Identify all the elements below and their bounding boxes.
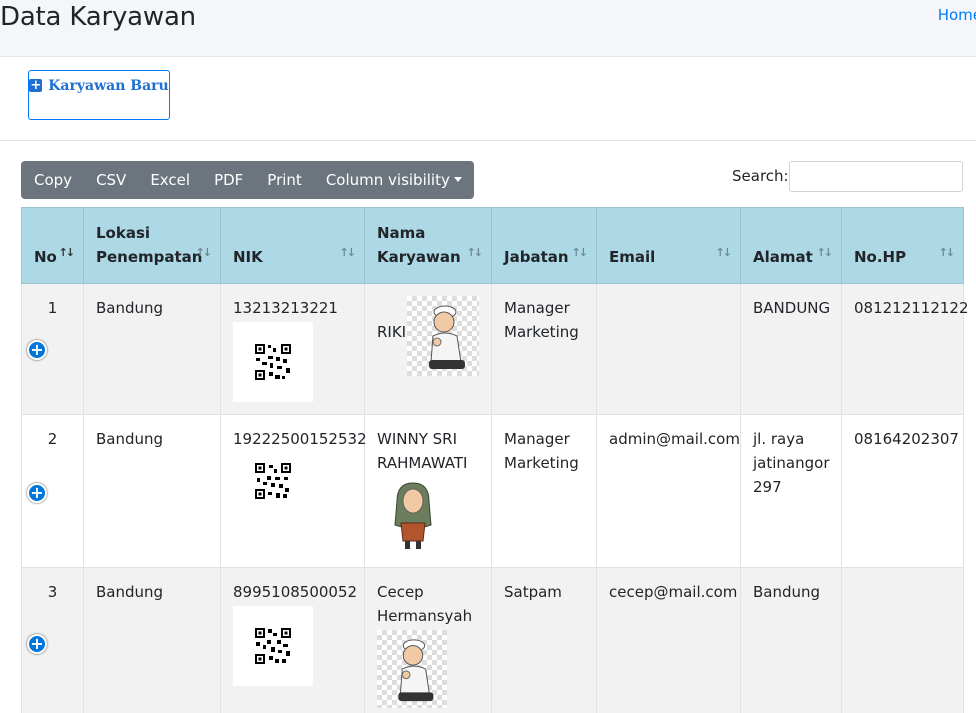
expand-row-icon[interactable]: +: [27, 483, 47, 503]
page-title: Data Karyawan: [0, 2, 196, 32]
nik-text: 8995108500052: [233, 583, 358, 601]
sort-asc-icon: ↑↓: [58, 246, 76, 259]
card-header: + Karyawan Baru: [0, 57, 976, 141]
cell-email: admin@mail.com: [596, 414, 741, 568]
copy-button[interactable]: Copy: [22, 161, 84, 199]
cell-alamat: jl. raya jatinangor 297: [740, 414, 842, 568]
sort-icon: ↑↓: [938, 246, 956, 259]
pdf-button[interactable]: PDF: [202, 161, 255, 199]
plus-square-icon: +: [29, 78, 43, 93]
cell-nama: Cecep Hermansyah: [364, 567, 492, 713]
cell-jabatan: Manager Marketing: [491, 283, 597, 415]
cell-lokasi: Bandung: [83, 283, 221, 415]
sort-icon: ↑↓: [816, 246, 834, 259]
nama-text: WINNY SRI RAHMAWATI: [377, 430, 468, 472]
row-number: 2: [47, 430, 58, 448]
column-label: NIK: [233, 248, 263, 266]
avatar-image: [389, 479, 437, 551]
cell-nik: 19222500152532: [220, 414, 367, 568]
cell-jabatan: Manager Marketing: [491, 414, 597, 568]
column-header-lokasi[interactable]: Lokasi Penempatan ↑↓: [83, 207, 221, 284]
column-label: No: [34, 248, 57, 266]
column-label: Jabatan: [504, 248, 569, 266]
table-header-row: No ↑↓ Lokasi Penempatan ↑↓ NIK ↑↓ Nama Kary…: [21, 207, 964, 284]
cell-lokasi: Bandung: [83, 414, 221, 568]
print-button[interactable]: Print: [255, 161, 314, 199]
cell-nohp: 08164202307: [841, 414, 964, 568]
qr-code-icon: [233, 322, 313, 402]
cell-lokasi: Bandung: [83, 567, 221, 713]
cell-no: 3 +: [21, 567, 84, 713]
avatar-image: [377, 630, 447, 708]
cell-jabatan: Satpam: [491, 567, 597, 713]
cell-no: 2 +: [21, 414, 84, 568]
table-row[interactable]: 1 + Bandung 13213213221 RIKI Manager Mark…: [21, 283, 969, 415]
export-button-group: Copy CSV Excel PDF Print Column visibili…: [21, 161, 474, 199]
column-label: Lokasi Penempatan: [96, 224, 203, 266]
column-header-jabatan[interactable]: Jabatan ↑↓: [491, 207, 597, 284]
cell-nama: RIKI: [364, 283, 492, 415]
qr-code-icon: [233, 453, 313, 509]
nama-text: Cecep Hermansyah: [377, 583, 473, 625]
column-label: Alamat: [753, 248, 813, 266]
column-visibility-label: Column visibility: [325, 171, 450, 189]
column-header-nama[interactable]: Nama Karyawan ↑↓: [364, 207, 492, 284]
column-header-nohp[interactable]: No.HP ↑↓: [841, 207, 964, 284]
sort-icon: ↑↓: [715, 246, 733, 259]
table-row[interactable]: 3 + Bandung 8995108500052 Cecep Hermansya…: [21, 567, 964, 713]
avatar-image: [407, 296, 479, 376]
cell-nama: WINNY SRI RAHMAWATI: [364, 414, 492, 568]
content-card: + Karyawan Baru Copy CSV Excel PDF Print …: [0, 56, 976, 713]
sort-icon: ↑↓: [195, 246, 213, 259]
column-visibility-button[interactable]: Column visibility: [314, 161, 474, 199]
expand-row-icon[interactable]: +: [27, 634, 47, 654]
csv-button[interactable]: CSV: [84, 161, 138, 199]
row-number: 1: [47, 299, 58, 317]
table-row[interactable]: 2 + Bandung 19222500152532 WINNY SRI RAHM…: [21, 414, 964, 568]
cell-nohp: [841, 567, 964, 713]
cell-alamat: BANDUNG: [740, 283, 842, 415]
cell-nik: 8995108500052: [220, 567, 365, 713]
row-number: 3: [47, 583, 58, 601]
column-header-alamat[interactable]: Alamat ↑↓: [740, 207, 842, 284]
cell-no: 1 +: [21, 283, 84, 415]
nik-text: 13213213221: [233, 299, 338, 317]
nama-text: RIKI: [377, 323, 407, 341]
sort-icon: ↑↓: [339, 246, 357, 259]
column-header-email[interactable]: Email ↑↓: [596, 207, 741, 284]
expand-row-icon[interactable]: +: [27, 340, 47, 360]
employee-table: No ↑↓ Lokasi Penempatan ↑↓ NIK ↑↓ Nama Kary…: [21, 207, 969, 713]
nik-text: 19222500152532: [233, 430, 367, 448]
sort-icon: ↑↓: [466, 246, 484, 259]
column-label: Nama Karyawan: [377, 224, 461, 266]
cell-nohp: 081212112122: [841, 283, 969, 415]
excel-button[interactable]: Excel: [138, 161, 202, 199]
caret-down-icon: [453, 177, 462, 182]
breadcrumb-home[interactable]: Home: [938, 6, 976, 24]
qr-code-icon: [233, 606, 313, 686]
cell-alamat: Bandung: [740, 567, 842, 713]
cell-email: [596, 283, 741, 415]
column-header-nik[interactable]: NIK ↑↓: [220, 207, 365, 284]
column-label: Email: [609, 248, 656, 266]
add-employee-button[interactable]: + Karyawan Baru: [28, 70, 170, 120]
sort-icon: ↑↓: [571, 246, 589, 259]
search-input[interactable]: [789, 161, 963, 192]
column-label: No.HP: [854, 248, 907, 266]
cell-email: cecep@mail.com: [596, 567, 741, 713]
cell-nik: 13213213221: [220, 283, 365, 415]
add-employee-label: Karyawan Baru: [48, 78, 169, 94]
column-header-no[interactable]: No ↑↓: [21, 207, 84, 284]
search-label: Search:: [732, 167, 789, 185]
